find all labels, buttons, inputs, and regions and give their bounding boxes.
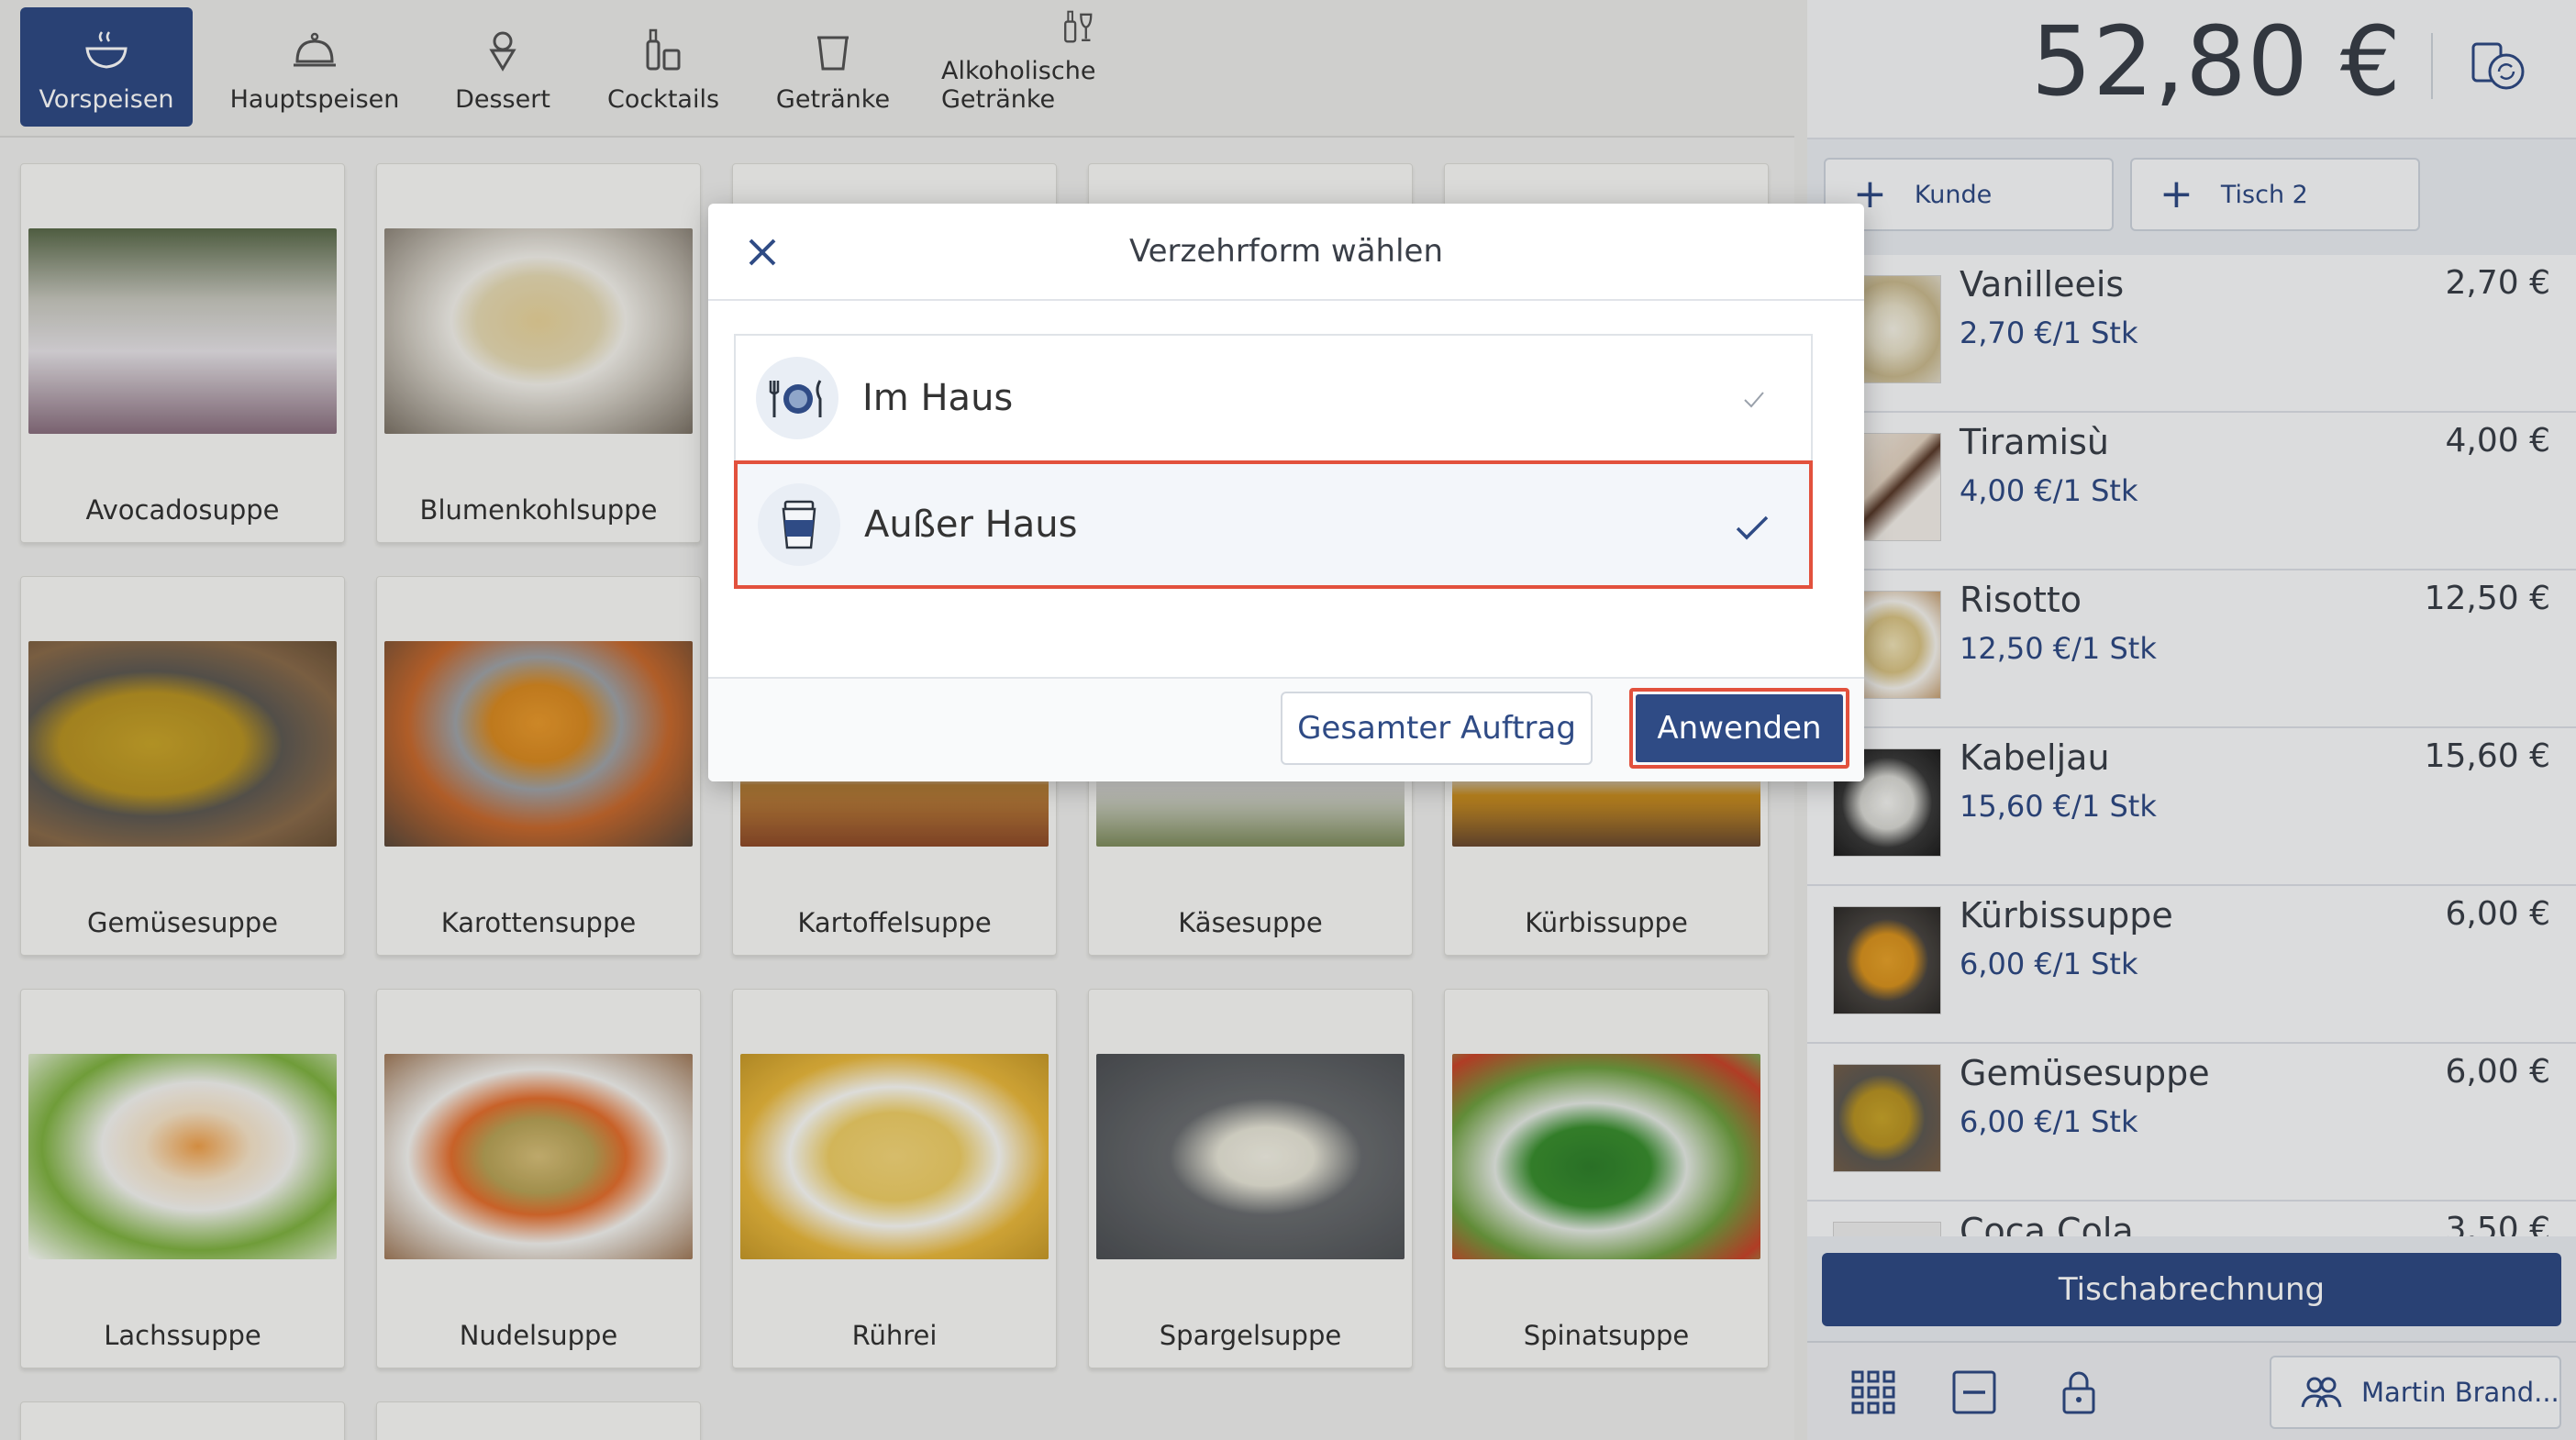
takeaway-cup-icon [758,483,840,566]
option-label: Außer Haus [864,504,1078,546]
dialog-header: Verzehrform wählen [708,204,1864,301]
consumption-type-dialog: Verzehrform wählen Im Haus Außer Haus Ge… [708,204,1864,781]
plate-cutlery-icon [756,357,838,439]
option-im-haus[interactable]: Im Haus [734,334,1813,462]
check-icon [1736,515,1769,540]
check-icon [1744,392,1764,408]
dialog-footer: Gesamter Auftrag Anwenden [708,677,1864,781]
apply-button-highlight: Anwenden [1629,688,1849,769]
whole-order-button[interactable]: Gesamter Auftrag [1281,692,1593,765]
dialog-title: Verzehrform wählen [1129,233,1443,270]
option-label: Im Haus [862,377,1014,419]
option-ausser-haus[interactable]: Außer Haus [734,460,1813,589]
apply-button[interactable]: Anwenden [1636,694,1843,762]
